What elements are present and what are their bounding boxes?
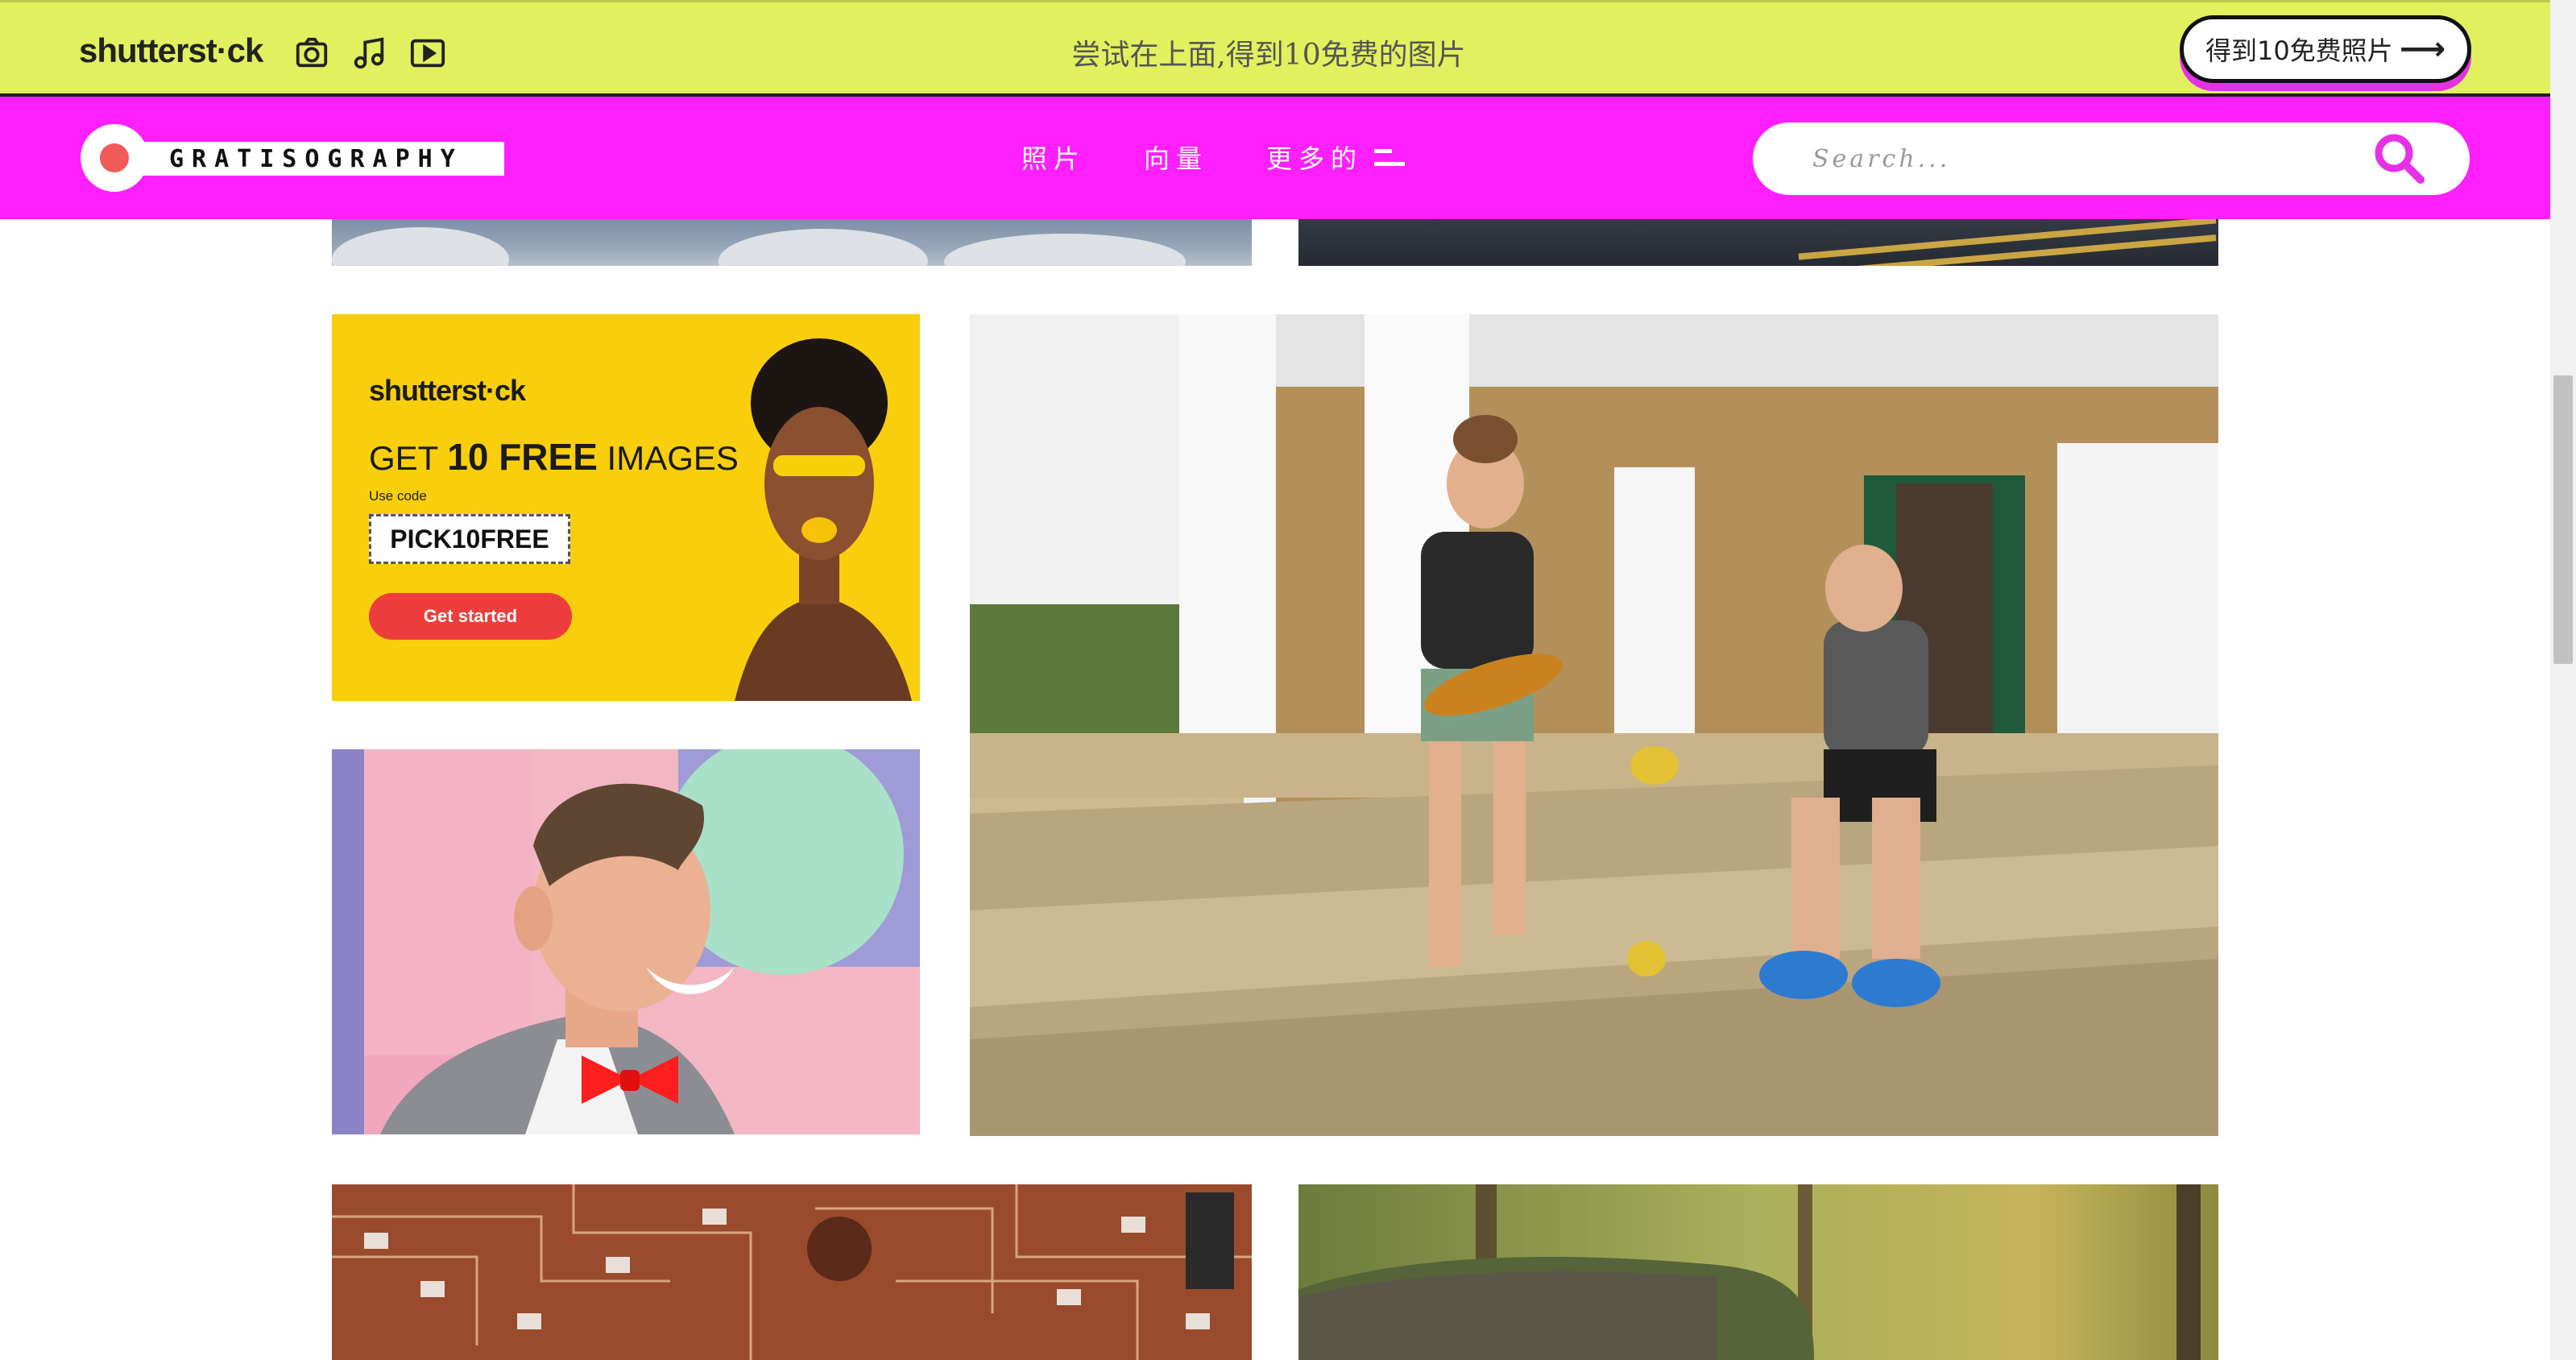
search-box xyxy=(1753,122,2470,195)
porch-illustration xyxy=(970,314,2218,1136)
photo-sky[interactable] xyxy=(332,219,1252,266)
ad-headline: GET 10 FREE IMAGES xyxy=(369,435,739,479)
cloud-shape xyxy=(719,229,928,266)
photo-porch-ukulele[interactable] xyxy=(970,314,2218,1136)
nav-link-photos[interactable]: 照片 xyxy=(1021,139,1086,176)
scroll-thumb[interactable] xyxy=(2553,375,2573,664)
get-free-photos-button[interactable]: 得到10免费照片 ⟶ xyxy=(2180,15,2471,83)
logo-plate: GRATISOGRAPHY xyxy=(132,142,504,176)
media-type-icons xyxy=(293,35,446,72)
gratisography-logo[interactable]: GRATISOGRAPHY xyxy=(81,124,504,192)
arrow-right-icon: ⟶ xyxy=(2399,31,2446,68)
photo-circuit-board[interactable] xyxy=(332,1184,1252,1360)
nature-illustration xyxy=(1298,1184,2201,1360)
menu-icon xyxy=(1374,149,1406,166)
shutterstock-logo[interactable]: shutterst·ck xyxy=(79,31,263,70)
ad-headline-prefix: GET xyxy=(369,439,448,477)
music-icon[interactable] xyxy=(351,35,388,72)
logo-dot-icon xyxy=(100,143,129,172)
photo-mossy-rock[interactable] xyxy=(1298,1184,2218,1360)
main-nav: GRATISOGRAPHY 照片 向量 更多的 xyxy=(0,97,2550,219)
logo-text: GRATISOGRAPHY xyxy=(169,144,463,173)
search-input[interactable] xyxy=(1811,139,2342,179)
get-started-button[interactable]: Get started xyxy=(369,593,572,640)
nav-link-label: 照片 xyxy=(1021,143,1087,174)
cta-label: 得到10免费照片 xyxy=(2205,35,2393,66)
shutterstock-ad[interactable]: shutterst·ck GET 10 FREE IMAGES Use code… xyxy=(332,314,920,701)
search-icon[interactable] xyxy=(2371,131,2426,185)
ad-code-label: Use code xyxy=(369,488,427,504)
cloud-shape xyxy=(944,234,1186,266)
photo-man-bow-tie[interactable] xyxy=(332,749,920,1134)
nav-link-label: 向量 xyxy=(1144,143,1209,174)
circuit-illustration xyxy=(332,1184,1252,1360)
nav-link-vectors[interactable]: 向量 xyxy=(1144,139,1208,176)
nav-link-label: 更多的 xyxy=(1266,143,1364,174)
photo-road[interactable] xyxy=(1298,219,2218,266)
ad-promo-code: PICK10FREE xyxy=(369,514,570,564)
ad-logo: shutterst·ck xyxy=(369,374,526,407)
nav-links: 照片 向量 更多的 xyxy=(1021,139,1406,176)
ad-headline-suffix: IMAGES xyxy=(597,439,739,477)
video-icon[interactable] xyxy=(409,35,446,72)
promo-message: 尝试在上面,得到10免费的图片 xyxy=(1071,39,1466,72)
ad-headline-bold: 10 FREE xyxy=(447,436,598,478)
man-illustration xyxy=(332,749,920,1134)
camera-icon[interactable] xyxy=(293,35,330,72)
ad-model-portrait xyxy=(735,338,912,701)
page-scrollbar[interactable] xyxy=(2550,0,2576,1360)
cloud-shape xyxy=(332,227,509,266)
nav-link-more[interactable]: 更多的 xyxy=(1266,139,1406,176)
promo-bar: shutterst·ck 尝试在上面,得到10免费的图片 得到10免费照片 ⟶ xyxy=(0,0,2550,97)
